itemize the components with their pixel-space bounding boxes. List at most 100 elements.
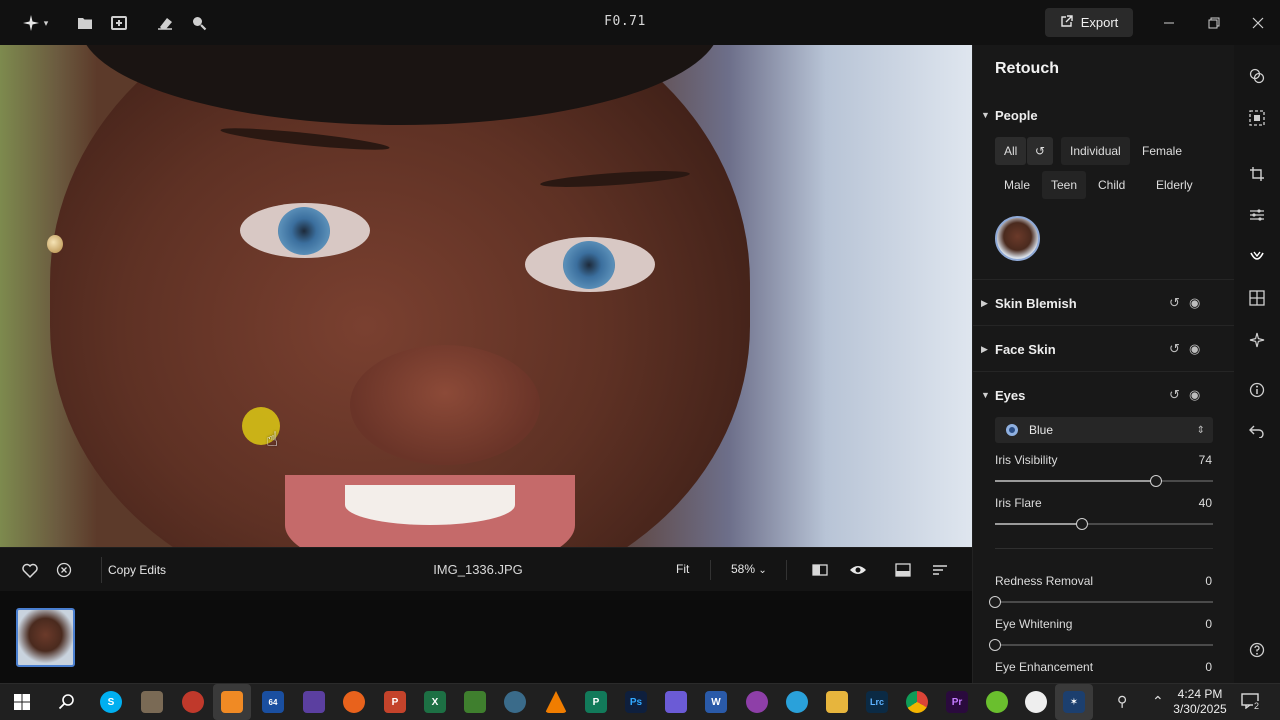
chip-male[interactable]: Male	[995, 171, 1039, 199]
retouch-icon[interactable]	[1246, 246, 1268, 268]
visibility-eye-icon[interactable]: ◉	[1189, 341, 1200, 357]
filmstrip-thumbnail[interactable]	[16, 608, 75, 667]
grid-icon[interactable]	[1246, 287, 1268, 309]
restore-icon[interactable]	[1203, 12, 1225, 34]
close-icon[interactable]	[1247, 12, 1269, 34]
export-button[interactable]: Export	[1045, 8, 1133, 37]
adjust-icon[interactable]	[1246, 204, 1268, 226]
aida64-icon[interactable]: 64	[262, 691, 284, 713]
system-clock[interactable]: 4:24 PM 3/30/2025	[1170, 687, 1230, 717]
publisher-icon[interactable]: P	[585, 691, 607, 713]
people-icon[interactable]: ⚲	[1117, 693, 1127, 710]
iris-visibility-slider[interactable]	[995, 475, 1213, 487]
app-icon[interactable]	[141, 691, 163, 713]
slider-knob[interactable]	[1076, 518, 1089, 530]
eye-whitening-slider[interactable]	[989, 639, 1213, 651]
chip-reset[interactable]: ↺	[1027, 137, 1054, 165]
info-icon[interactable]	[1246, 379, 1268, 401]
telegram-icon[interactable]	[786, 691, 808, 713]
premiere-icon[interactable]: Pr	[946, 691, 968, 713]
copy-edits-button[interactable]: Copy Edits	[101, 557, 172, 583]
section-face-skin[interactable]: ▶ Face Skin ↺ ◉	[973, 338, 1234, 360]
file-explorer-icon[interactable]	[826, 691, 848, 713]
luminar-icon[interactable]: ✶	[1063, 691, 1085, 713]
reset-icon[interactable]: ↺	[1169, 387, 1180, 403]
fire-icon[interactable]	[343, 691, 365, 713]
compare-icon[interactable]	[810, 560, 830, 580]
app-logo-icon[interactable]	[20, 12, 42, 34]
powerpoint-icon[interactable]: P	[384, 691, 406, 713]
chevron-up-icon[interactable]: ⌃	[1152, 693, 1164, 710]
search-icon[interactable]	[56, 691, 78, 713]
select-icon[interactable]	[1246, 107, 1268, 129]
app-icon[interactable]	[1025, 691, 1047, 713]
eye-color-select[interactable]: Blue ⇕	[995, 417, 1213, 443]
crop-icon[interactable]	[1246, 163, 1268, 185]
toolbar-divider	[786, 560, 787, 580]
slider-knob[interactable]	[1150, 475, 1163, 487]
reject-icon[interactable]	[54, 560, 74, 580]
media-player-icon[interactable]	[182, 691, 204, 713]
detected-face-avatar[interactable]	[995, 216, 1040, 261]
hand-cursor-icon: ☝	[266, 429, 279, 451]
masks-icon[interactable]	[1246, 65, 1268, 87]
slider-fill	[995, 523, 1083, 525]
zoom-dropdown[interactable]: 58% ⌄	[731, 562, 767, 576]
word-icon[interactable]: W	[705, 691, 727, 713]
chevron-down-icon: ⌄	[758, 565, 767, 576]
undo-icon[interactable]	[1246, 420, 1268, 442]
slider-knob[interactable]	[989, 596, 1001, 608]
redness-removal-slider[interactable]	[989, 596, 1213, 608]
chip-all[interactable]: All	[995, 137, 1027, 165]
notification-icon[interactable]: 2	[1241, 693, 1261, 712]
section-people-label: People	[995, 107, 1038, 123]
visibility-eye-icon[interactable]: ◉	[1189, 387, 1200, 403]
help-icon[interactable]	[1246, 639, 1268, 661]
reset-icon[interactable]: ↺	[1169, 295, 1180, 311]
color-swatch-icon	[1006, 424, 1018, 436]
app-icon[interactable]	[986, 691, 1008, 713]
fit-button[interactable]: Fit	[676, 562, 689, 576]
filmstrip	[0, 591, 972, 683]
chip-elderly[interactable]: Elderly	[1147, 171, 1202, 199]
photoshop-icon[interactable]: Ps	[625, 691, 647, 713]
network-icon[interactable]	[504, 691, 526, 713]
chip-child[interactable]: Child	[1089, 171, 1134, 199]
chevron-down-icon[interactable]: ▾	[40, 12, 52, 34]
paint-icon[interactable]	[303, 691, 325, 713]
panel-title: Retouch	[995, 60, 1059, 77]
sort-icon[interactable]	[930, 560, 950, 580]
slider-knob[interactable]	[989, 639, 1001, 651]
section-skin-blemish[interactable]: ▶ Skin Blemish ↺ ◉	[973, 292, 1234, 314]
photo-canvas[interactable]: ☝	[0, 45, 972, 547]
app-icon[interactable]	[665, 691, 687, 713]
visibility-eye-icon[interactable]: ◉	[1189, 295, 1200, 311]
chip-female[interactable]: Female	[1133, 137, 1191, 165]
eraser-icon[interactable]	[154, 12, 176, 34]
reset-icon[interactable]: ↺	[1169, 341, 1180, 357]
app-icon[interactable]	[221, 691, 243, 713]
iris-flare-slider[interactable]	[995, 518, 1213, 530]
preview-eye-icon[interactable]	[848, 560, 868, 580]
filmstrip-toggle-icon[interactable]	[893, 560, 913, 580]
photos-icon[interactable]	[464, 691, 486, 713]
vlc-icon[interactable]	[545, 691, 567, 713]
ai-sparkle-icon[interactable]	[1246, 329, 1268, 351]
excel-icon[interactable]: X	[424, 691, 446, 713]
clock-time: 4:24 PM	[1177, 687, 1223, 701]
heart-icon[interactable]	[20, 560, 40, 580]
import-icon[interactable]	[108, 12, 130, 34]
chrome-icon[interactable]	[906, 691, 928, 713]
section-eyes[interactable]: ▼ Eyes ↺ ◉	[973, 384, 1234, 406]
windows-start-icon[interactable]	[11, 691, 33, 713]
search-icon[interactable]	[188, 12, 210, 34]
section-people[interactable]: ▼ People	[973, 104, 1234, 126]
lightroom-classic-icon[interactable]: Lrc	[866, 691, 888, 713]
minimize-icon[interactable]	[1158, 12, 1180, 34]
open-folder-icon[interactable]	[74, 12, 96, 34]
chip-individual[interactable]: Individual	[1061, 137, 1130, 165]
chip-teen[interactable]: Teen	[1042, 171, 1087, 199]
app-icon[interactable]	[746, 691, 768, 713]
skype-icon[interactable]: S	[100, 691, 122, 713]
filename-label: IMG_1336.JPG	[433, 562, 523, 577]
